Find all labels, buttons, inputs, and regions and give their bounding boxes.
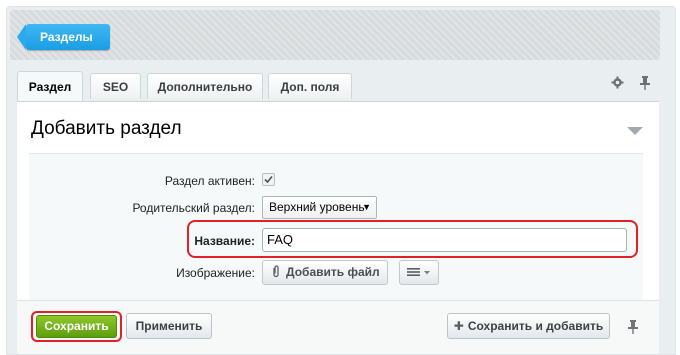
triangle-down-icon[interactable] xyxy=(627,127,643,135)
save-and-add-button[interactable]: ✚ Сохранить и добавить xyxy=(447,313,610,339)
save-and-add-label: Сохранить и добавить xyxy=(467,319,604,333)
pin-icon[interactable] xyxy=(640,76,650,93)
apply-button[interactable]: Применить xyxy=(126,313,212,339)
dropdown-arrow-icon: ▼ xyxy=(362,202,371,212)
tab-additional[interactable]: Дополнительно xyxy=(147,73,263,99)
pin-icon[interactable] xyxy=(628,320,638,337)
active-checkbox[interactable] xyxy=(262,173,275,186)
menu-icon xyxy=(407,268,430,276)
active-label: Раздел активен: xyxy=(164,174,255,188)
name-label: Название: xyxy=(194,234,255,248)
paperclip-icon xyxy=(273,265,279,278)
sections-button[interactable]: Разделы xyxy=(17,24,110,50)
parent-section-value: Верхний уровень xyxy=(269,200,365,214)
parent-section-label: Родительский раздел: xyxy=(132,201,255,215)
name-input[interactable]: FAQ xyxy=(262,228,627,252)
add-file-button[interactable]: Добавить файл xyxy=(262,260,388,285)
plus-icon: ✚ xyxy=(453,319,464,333)
check-icon xyxy=(264,175,273,184)
parent-section-select[interactable]: Верхний уровень ▼ xyxy=(262,196,377,219)
gear-icon[interactable] xyxy=(611,76,624,92)
file-menu-button[interactable] xyxy=(399,260,439,285)
add-file-label: Добавить файл xyxy=(286,265,380,279)
image-label: Изображение: xyxy=(176,266,255,280)
tab-section[interactable]: Раздел xyxy=(17,71,83,101)
page-title: Добавить раздел xyxy=(31,118,182,139)
tab-extra-fields[interactable]: Доп. поля xyxy=(268,73,352,99)
save-button[interactable]: Сохранить xyxy=(36,315,117,338)
tab-seo[interactable]: SEO xyxy=(90,73,141,99)
